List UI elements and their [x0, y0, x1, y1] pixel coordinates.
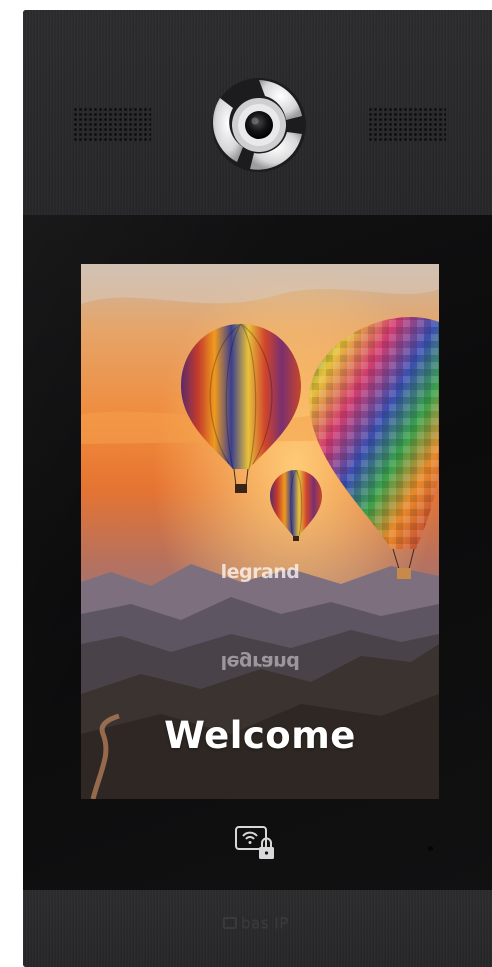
brand-logo-icon — [223, 917, 237, 929]
nfc-card-lock-icon[interactable] — [234, 825, 278, 863]
speaker-grille-right-icon — [368, 107, 446, 141]
speaker-grille-left-icon — [73, 107, 151, 141]
camera-lens-icon — [210, 76, 308, 174]
watermark-logo: legrand — [220, 561, 300, 583]
light-sensor-dot — [428, 846, 433, 851]
brand-label: bas IP — [223, 914, 289, 932]
welcome-message: Welcome — [164, 714, 356, 757]
watermark-logo-mirrored: legrand — [220, 651, 300, 673]
intercom-panel: legrand legrand Welcome bas IP — [23, 10, 492, 967]
display-screen[interactable]: legrand legrand Welcome — [81, 264, 439, 799]
